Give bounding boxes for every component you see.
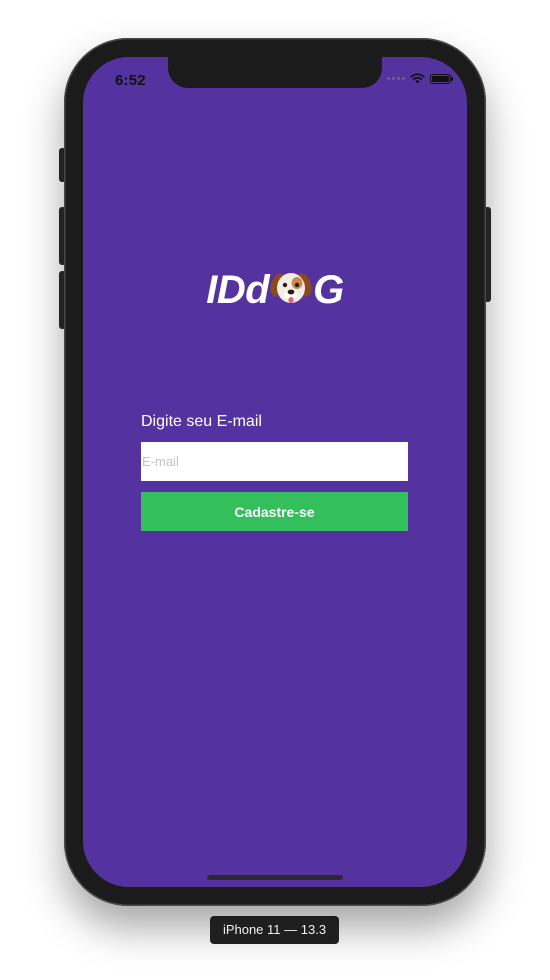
signup-button[interactable]: Cadastre-se <box>141 492 408 531</box>
email-input[interactable] <box>141 442 408 481</box>
signal-dots-icon <box>387 77 405 80</box>
status-time: 6:52 <box>115 72 146 89</box>
simulator-stage: 6:52 IDd G Digite seu E-mail E-mail Cada… <box>0 0 550 980</box>
logo-text-prefix: IDd <box>206 268 270 312</box>
notch <box>168 57 382 88</box>
app-logo: IDd G <box>83 267 467 318</box>
dog-face-icon <box>270 267 312 318</box>
status-indicators <box>387 73 453 84</box>
battery-icon <box>430 73 453 84</box>
device-label: iPhone 11 — 13.3 <box>210 916 339 944</box>
app-screen: 6:52 IDd G Digite seu E-mail E-mail Cada… <box>83 57 467 887</box>
home-indicator[interactable] <box>207 875 343 880</box>
email-label: Digite seu E-mail <box>141 413 262 430</box>
wifi-icon <box>410 73 425 84</box>
logo-text-suffix: G <box>313 268 344 312</box>
